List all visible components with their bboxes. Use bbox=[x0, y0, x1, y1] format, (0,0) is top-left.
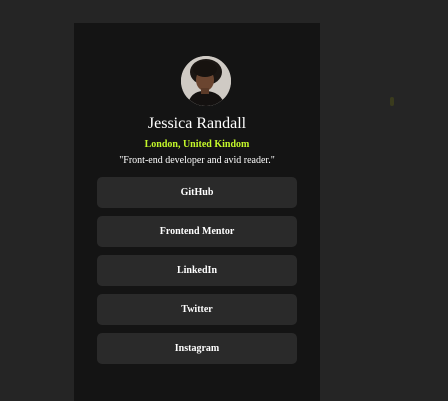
frontend-mentor-link-button[interactable]: Frontend Mentor bbox=[97, 216, 297, 247]
profile-bio: "Front-end developer and avid reader." bbox=[119, 155, 275, 166]
profile-location: London, United Kindom bbox=[144, 139, 250, 150]
linkedin-link-button[interactable]: LinkedIn bbox=[97, 255, 297, 286]
instagram-link-button[interactable]: Instagram bbox=[97, 333, 297, 364]
social-links: GitHub Frontend Mentor LinkedIn Twitter … bbox=[97, 177, 297, 372]
profile-card: Jessica Randall London, United Kindom "F… bbox=[74, 23, 320, 401]
profile-name: Jessica Randall bbox=[147, 115, 247, 132]
github-link-button[interactable]: GitHub bbox=[97, 177, 297, 208]
background-speck bbox=[390, 97, 394, 106]
twitter-link-button[interactable]: Twitter bbox=[97, 294, 297, 325]
avatar bbox=[181, 56, 231, 106]
avatar-image bbox=[181, 56, 231, 106]
